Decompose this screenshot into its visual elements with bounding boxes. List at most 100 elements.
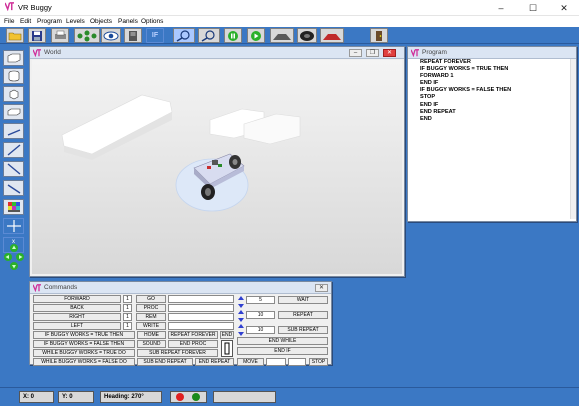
commands-close-button[interactable]: ✕ <box>315 284 328 292</box>
red-light-icon <box>176 393 184 401</box>
rem-field[interactable] <box>168 313 234 321</box>
if-label: IF <box>151 32 159 39</box>
end-if-button[interactable]: END IF <box>237 347 328 355</box>
menu-program[interactable]: Program <box>37 16 62 27</box>
program-line: STOP <box>420 94 436 101</box>
cylinder-tool-icon[interactable] <box>3 68 24 84</box>
move-field-2[interactable] <box>288 358 306 366</box>
program-line: FORWARD 1 <box>420 73 454 80</box>
status-bar: X: 0 Y: 0 Heading: 270° <box>0 387 579 406</box>
repeat-button[interactable]: REPEAT <box>278 311 328 319</box>
green-play-icon[interactable] <box>247 28 265 43</box>
repeat-forever-button[interactable]: REPEAT FOREVER <box>168 331 218 339</box>
menu-options[interactable]: Options <box>141 16 163 27</box>
open-folder-icon[interactable] <box>6 28 24 43</box>
sound-button[interactable]: SOUND <box>137 340 166 348</box>
sub-repeat-button[interactable]: SUB REPEAT <box>278 326 328 334</box>
program-code-area[interactable]: REPEAT FOREVER IF BUGGY WORKS = TRUE THE… <box>420 59 570 123</box>
world-restore-button[interactable]: ❐ <box>366 49 379 57</box>
right-button[interactable]: RIGHT <box>33 313 121 321</box>
cube-tool-icon[interactable] <box>3 86 24 102</box>
app-title-bar: VR Buggy – ☐ ✕ <box>0 0 579 16</box>
wait-value[interactable]: 5 <box>246 296 275 304</box>
program-line: IF BUGGY WORKS = FALSE THEN <box>420 87 512 94</box>
right-value[interactable]: 1 <box>123 313 132 321</box>
program-line: END <box>420 115 432 122</box>
menu-objects[interactable]: Objects <box>90 16 112 27</box>
diagonal-line-icon[interactable] <box>3 142 24 158</box>
back-button[interactable]: BACK <box>33 304 121 312</box>
program-flag-icon[interactable] <box>221 340 233 357</box>
line-tool-3-icon[interactable] <box>3 180 24 196</box>
menu-levels[interactable]: Levels <box>66 16 85 27</box>
color-palette-icon[interactable] <box>3 199 24 215</box>
eye-icon[interactable] <box>101 28 121 43</box>
zoom-out-icon[interactable] <box>198 28 220 43</box>
sub-repeat-value[interactable]: 10 <box>246 326 275 334</box>
go-button[interactable]: GO <box>136 295 166 303</box>
network-icon[interactable] <box>74 28 100 43</box>
tire-icon[interactable] <box>297 28 317 43</box>
end-repeat-button[interactable]: END REPEAT <box>195 358 234 366</box>
end-button[interactable]: END <box>220 331 234 339</box>
print-icon[interactable] <box>51 28 69 43</box>
repeat-value[interactable]: 10 <box>246 311 275 319</box>
wait-button[interactable]: WAIT <box>278 296 328 304</box>
wait-down-arrow-icon[interactable] <box>237 301 244 308</box>
home-button[interactable]: HOME <box>137 331 166 339</box>
red-ramp-icon[interactable] <box>320 28 344 43</box>
x-coordinate: X: 0 <box>19 391 54 403</box>
end-proc-button[interactable]: END PROC <box>168 340 218 348</box>
world-3d-view[interactable] <box>32 60 402 274</box>
commands-window: Commands ✕ FORWARD 1 GO BACK 1 PROC RIGH… <box>29 281 332 366</box>
menu-file[interactable]: File <box>4 16 14 27</box>
go-field[interactable] <box>168 295 234 303</box>
if-false-button[interactable]: IF BUGGY WORKS = FALSE THEN <box>33 340 135 348</box>
road-ramp-icon[interactable] <box>270 28 294 43</box>
stop-button[interactable]: STOP <box>309 358 328 366</box>
menu-panels[interactable]: Panels <box>118 16 138 27</box>
forward-value[interactable]: 1 <box>123 295 132 303</box>
slab-tool-icon[interactable] <box>3 104 24 120</box>
left-value[interactable]: 1 <box>123 322 132 330</box>
proc-field[interactable] <box>168 304 234 312</box>
green-stop-icon[interactable] <box>224 28 242 43</box>
rem-button[interactable]: REM <box>136 313 166 321</box>
if-icon[interactable]: IF <box>146 28 164 43</box>
save-icon[interactable] <box>28 28 46 43</box>
sub-repeat-forever-button[interactable]: SUB REPEAT FOREVER <box>137 349 218 357</box>
door-icon[interactable] <box>370 28 388 43</box>
green-light-icon <box>192 393 200 401</box>
zoom-in-icon[interactable] <box>173 28 195 43</box>
book-icon[interactable] <box>124 28 142 43</box>
write-field[interactable] <box>168 322 234 330</box>
close-button[interactable]: ✕ <box>548 0 579 16</box>
diagonal-line-2-icon[interactable] <box>3 161 24 177</box>
box-tool-icon[interactable] <box>3 50 24 66</box>
maximize-button[interactable]: ☐ <box>517 0 549 16</box>
sub-end-repeat-button[interactable]: SUB END REPEAT <box>137 358 193 366</box>
while-true-button[interactable]: WHILE BUGGY WORKS = TRUE DO <box>33 349 135 357</box>
line-tool-icon[interactable] <box>3 123 24 139</box>
move-button[interactable]: MOVE <box>237 358 264 366</box>
crosshair-icon[interactable] <box>3 218 24 234</box>
world-minimize-button[interactable]: – <box>349 49 362 57</box>
repeat-down-arrow-icon[interactable] <box>237 315 244 322</box>
minimize-button[interactable]: – <box>485 0 517 16</box>
menu-edit[interactable]: Edit <box>20 16 31 27</box>
left-button[interactable]: LEFT <box>33 322 121 330</box>
direction-pad-icon[interactable] <box>3 242 25 272</box>
write-button[interactable]: WRITE <box>136 322 166 330</box>
back-value[interactable]: 1 <box>123 304 132 312</box>
program-scrollbar[interactable] <box>570 59 576 219</box>
end-while-button[interactable]: END WHILE <box>237 337 328 345</box>
world-close-button[interactable]: ✕ <box>383 49 396 57</box>
program-window-icon <box>411 49 419 57</box>
if-true-button[interactable]: IF BUGGY WORKS = TRUE THEN <box>33 331 135 339</box>
move-field-1[interactable] <box>266 358 286 366</box>
sub-repeat-down-arrow-icon[interactable] <box>237 329 244 336</box>
forward-button[interactable]: FORWARD <box>33 295 121 303</box>
while-false-button[interactable]: WHILE BUGGY WORKS = FALSE DO <box>33 358 135 366</box>
proc-button[interactable]: PROC <box>136 304 166 312</box>
heading-readout: Heading: 270° <box>100 391 162 403</box>
